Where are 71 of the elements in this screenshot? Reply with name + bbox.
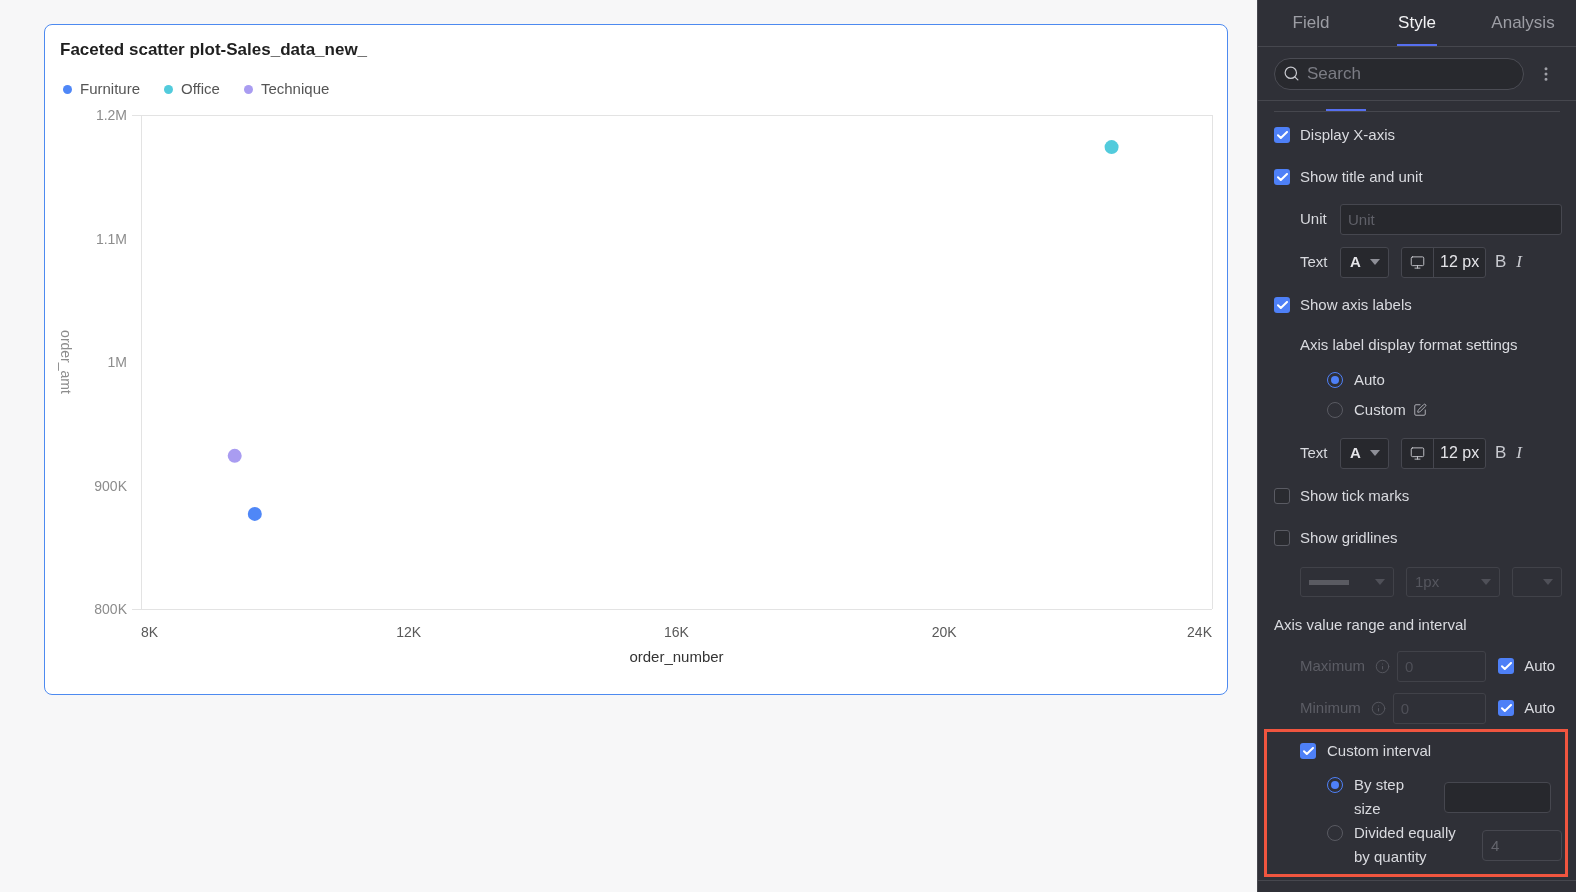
- checkbox-label: Display X-axis: [1300, 124, 1396, 145]
- caret-icon: [1543, 579, 1553, 585]
- font-size-field[interactable]: 12 px: [1401, 437, 1486, 469]
- checkbox[interactable]: [1274, 530, 1290, 546]
- axis-tick-label: 8K: [141, 624, 159, 640]
- axis-title: order_amt: [58, 330, 74, 394]
- checkmark-icon: [1302, 747, 1314, 755]
- axis-tick-label: 20K: [931, 624, 957, 640]
- color-select[interactable]: [1512, 567, 1562, 597]
- field-label: Unit: [1300, 208, 1328, 229]
- caret-icon: [1375, 579, 1385, 585]
- monitor-icon[interactable]: [1410, 445, 1425, 461]
- input-field[interactable]: Unit: [1340, 203, 1562, 235]
- checkbox-label: Show tick marks: [1300, 485, 1410, 506]
- input-field[interactable]: [1444, 781, 1551, 813]
- checkbox[interactable]: [1274, 488, 1290, 504]
- checkbox-label: Show title and unit: [1300, 166, 1423, 187]
- font-size-field[interactable]: 12 px: [1401, 246, 1486, 278]
- monitor-icon[interactable]: [1410, 254, 1425, 270]
- axis-tick-label: 1.2M: [95, 107, 127, 123]
- legend-label[interactable]: Office: [181, 77, 220, 101]
- axis-title: order_number: [629, 647, 724, 665]
- bold-button[interactable]: B: [1495, 443, 1507, 463]
- font-color-select[interactable]: A: [1340, 246, 1389, 278]
- axis-tick-label: 12K: [396, 624, 422, 640]
- checkmark-icon: [1276, 131, 1288, 139]
- checkbox-label: Custom interval: [1327, 740, 1432, 761]
- search-icon: [1283, 64, 1300, 82]
- radio-label: Custom: [1354, 399, 1406, 420]
- axis-tick-label: 1.1M: [95, 230, 127, 247]
- tab[interactable]: Field: [1258, 0, 1364, 46]
- caret-icon: [1370, 450, 1380, 456]
- radio-label: By step size: [1354, 775, 1406, 819]
- checkmark-icon: [1276, 301, 1288, 309]
- checkbox[interactable]: [1300, 743, 1316, 759]
- axis-tick-label: 800K: [94, 601, 127, 617]
- tab[interactable]: Style: [1364, 0, 1470, 46]
- section-label: Axis label display format settings: [1300, 335, 1518, 356]
- radio-label: Auto: [1354, 369, 1385, 390]
- field-label: Text: [1300, 442, 1329, 463]
- font-color-select[interactable]: A: [1340, 437, 1389, 469]
- checkmark-icon: [1276, 173, 1288, 181]
- checkbox[interactable]: [1274, 127, 1290, 143]
- radio-label: Divided equally by quantity: [1354, 823, 1457, 867]
- axis-tick-label: 900K: [94, 477, 127, 494]
- checkmark-icon: [1500, 662, 1512, 670]
- legend-label[interactable]: Furniture: [80, 77, 141, 101]
- axis-tick-label: 16K: [664, 624, 689, 640]
- checkbox-label: Show axis labels: [1300, 294, 1412, 315]
- tab[interactable]: Analysis: [1470, 0, 1576, 46]
- checkbox-label: Auto: [1524, 697, 1555, 718]
- line-sample-icon: [1309, 579, 1349, 585]
- axis-tick-label: 24K: [1187, 624, 1212, 640]
- search-field[interactable]: Search: [1274, 57, 1524, 90]
- bold-button[interactable]: B: [1495, 252, 1507, 272]
- field-label: Text: [1300, 251, 1329, 272]
- checkbox-label: Show gridlines: [1300, 527, 1398, 548]
- section-heading: Axis value range and interval: [1274, 614, 1467, 635]
- checkbox[interactable]: [1274, 297, 1290, 313]
- checkbox-label: Auto: [1524, 655, 1555, 676]
- caret-icon: [1370, 259, 1380, 265]
- italic-button[interactable]: I: [1516, 252, 1522, 272]
- axis-tick-label: 1M: [107, 354, 127, 370]
- legend-label[interactable]: Technique: [260, 77, 330, 101]
- edit-icon[interactable]: [1412, 403, 1427, 417]
- tab-indicator: [1326, 109, 1366, 111]
- checkmark-icon: [1500, 704, 1512, 712]
- caret-icon: [1481, 579, 1491, 585]
- italic-button[interactable]: I: [1516, 443, 1522, 463]
- checkbox[interactable]: [1274, 169, 1290, 185]
- chart-title: Faceted scatter plot-Sales_data_new_: [59, 39, 369, 61]
